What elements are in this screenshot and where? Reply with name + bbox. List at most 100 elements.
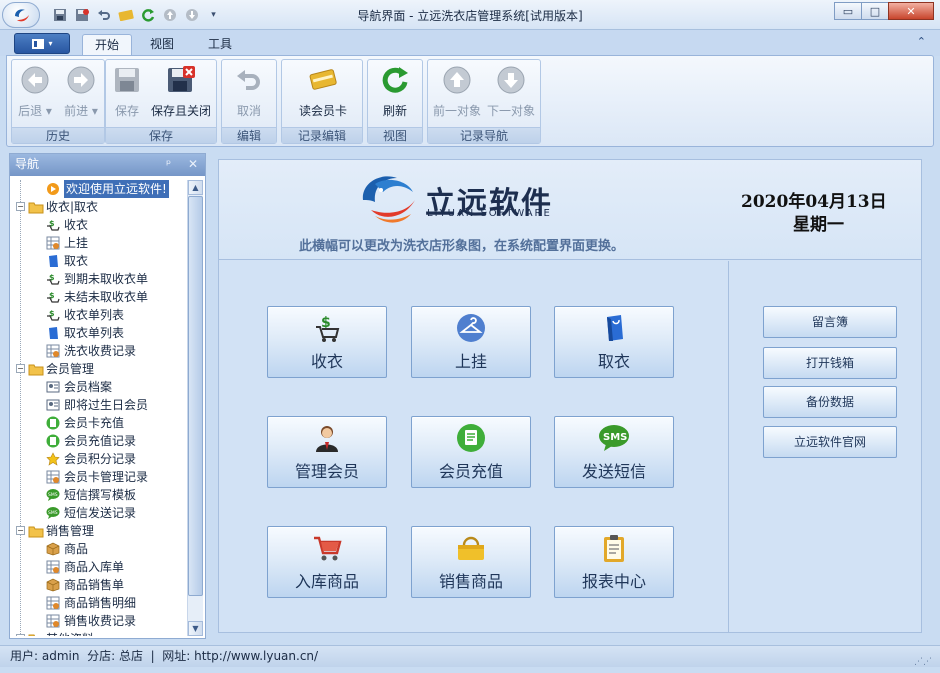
tree-item-label: 即将过生日会员 (64, 398, 149, 412)
back-button[interactable]: 后退 ▾ (16, 64, 54, 122)
grid-icon (46, 560, 60, 574)
open-cash-drawer-button[interactable]: 打开钱箱 (763, 347, 897, 379)
tree-item[interactable]: $ 到期未取收衣单 (14, 270, 187, 288)
ribbon-group-history: 后退 ▾ 前进 ▾ 历史 (11, 59, 105, 144)
tree-item[interactable]: $ 收衣 (14, 216, 187, 234)
ribbon-group-record-nav: 前一对象 下一对象 记录导航 (427, 59, 541, 144)
tile-receive-clothes[interactable]: $ 收衣 (267, 306, 387, 378)
tree-item[interactable]: SMS 短信发送记录 (14, 504, 187, 522)
maximize-button[interactable]: □ (861, 2, 889, 20)
save-button[interactable]: 保存 (112, 64, 142, 122)
tree-item-label: 取衣 (64, 254, 89, 268)
grid-icon (46, 614, 60, 628)
tree-item-label: 会员管理 (46, 362, 95, 376)
minimize-button[interactable]: ▭ (834, 2, 862, 20)
tree-item[interactable]: 取衣 (14, 252, 187, 270)
pin-icon[interactable]: ᵖ (166, 154, 171, 175)
folder-icon (28, 200, 44, 214)
tile-stock-in[interactable]: 入库商品 (267, 526, 387, 598)
ribbon-group-label: 保存 (106, 127, 216, 143)
tree-item[interactable]: 即将过生日会员 (14, 396, 187, 414)
status-text: 用户: admin 分店: 总店 | 网址: http://www.lyuan.… (10, 649, 319, 663)
folder-icon (28, 632, 42, 636)
official-website-button[interactable]: 立远软件官网 (763, 426, 897, 458)
card-icon (307, 64, 339, 96)
tree-item[interactable]: 商品 (14, 540, 187, 558)
close-button[interactable]: ✕ (888, 2, 934, 20)
cart-icon (311, 532, 343, 564)
ribbon-collapse-icon[interactable]: ⌃ (917, 35, 926, 48)
status-bar: 用户: admin 分店: 总店 | 网址: http://www.lyuan.… (0, 645, 940, 667)
tree-folder-item[interactable]: − 销售管理 (14, 522, 187, 540)
ribbon-group-label: 视图 (368, 127, 422, 143)
forward-button[interactable]: 前进 ▾ (62, 64, 100, 122)
tree-folder-item[interactable]: − 其他资料 (14, 630, 187, 636)
tree-item-label: 商品入库单 (64, 560, 125, 574)
tile-report-center[interactable]: 报表中心 (554, 526, 674, 598)
refresh-button[interactable]: 刷新 (378, 64, 412, 122)
nav-tree: 欢迎使用立远软件! − 收衣|取衣 $ 收衣 上挂 取衣 $ 到期未取收衣单 $ 未结未取收衣单 $ 收… (14, 180, 187, 636)
tree-item[interactable]: 会员积分记录 (14, 450, 187, 468)
back-label: 后退 ▾ (18, 104, 52, 118)
resize-grip-icon[interactable]: ⋰⋰ (914, 652, 932, 673)
tree-item[interactable]: 取衣单列表 (14, 324, 187, 342)
tree-item[interactable]: 会员卡管理记录 (14, 468, 187, 486)
tile-pick-up[interactable]: 取衣 (554, 306, 674, 378)
tab-tools[interactable]: 工具 (196, 34, 244, 56)
close-icon: ✕ (906, 4, 916, 18)
tree-expander-icon[interactable]: − (16, 202, 25, 211)
cancel-button[interactable]: 取消 (232, 64, 266, 122)
save-close-button[interactable]: 保存且关闭 (150, 64, 212, 122)
tree-expander-icon[interactable]: − (16, 364, 25, 373)
next-record-button[interactable]: 下一对象 (486, 64, 536, 122)
money-cart-icon: $ (46, 308, 60, 322)
tree-item[interactable]: 会员卡充值 (14, 414, 187, 432)
tree-item-label: 短信撰写模板 (64, 488, 137, 502)
tile-send-sms[interactable]: SMS 发送短信 (554, 416, 674, 488)
tree-item[interactable]: $ 未结未取收衣单 (14, 288, 187, 306)
prev-record-button[interactable]: 前一对象 (432, 64, 482, 122)
tree-item-label: 洗衣收费记录 (64, 344, 137, 358)
tile-hang-up[interactable]: 上挂 (411, 306, 531, 378)
guestbook-button[interactable]: 留言簿 (763, 306, 897, 338)
tree-item[interactable]: SMS 短信撰写模板 (14, 486, 187, 504)
tree-item[interactable]: 商品入库单 (14, 558, 187, 576)
tile-sell-goods[interactable]: 销售商品 (411, 526, 531, 598)
arrow-left-icon (19, 64, 51, 96)
clipboard-icon (598, 532, 630, 564)
backup-data-button[interactable]: 备份数据 (763, 386, 897, 418)
tree-item-label: 到期未取收衣单 (64, 272, 149, 286)
tree-item[interactable]: 会员充值记录 (14, 432, 187, 450)
nav-scrollbar[interactable]: ▲ ▼ (187, 180, 203, 636)
ribbon-group-label: 记录导航 (428, 127, 540, 143)
tree-expander-icon[interactable]: − (16, 526, 25, 535)
green-doc-icon (46, 434, 60, 448)
tree-item-label: 商品 (64, 542, 89, 556)
tree-folder-item[interactable]: − 会员管理 (14, 360, 187, 378)
tree-folder-item[interactable]: − 收衣|取衣 (14, 198, 187, 216)
tree-item[interactable]: 会员档案 (14, 378, 187, 396)
title-bar: ▾ 导航界面 - 立远洗衣店管理系统[试用版本] ▭ □ ✕ (0, 0, 940, 30)
tree-item[interactable]: 洗衣收费记录 (14, 342, 187, 360)
logo-subtitle: LIYUAN SOFTWARE (427, 208, 552, 219)
ribbon-group-record-edit: 读会员卡 记录编辑 (281, 59, 363, 144)
tree-item[interactable]: $ 收衣单列表 (14, 306, 187, 324)
read-card-button[interactable]: 读会员卡 (296, 64, 350, 122)
nav-close-icon[interactable]: ✕ (188, 154, 198, 175)
svg-text:SMS: SMS (603, 432, 627, 443)
tab-start[interactable]: 开始 (82, 34, 133, 56)
tree-item[interactable]: 欢迎使用立远软件! (14, 180, 187, 198)
tile-manage-members[interactable]: 管理会员 (267, 416, 387, 488)
scroll-down-icon[interactable]: ▼ (188, 621, 203, 636)
app-menu-button[interactable]: ▾ (14, 33, 70, 54)
tree-item[interactable]: 商品销售明细 (14, 594, 187, 612)
tree-item[interactable]: 商品销售单 (14, 576, 187, 594)
tile-member-recharge[interactable]: 会员充值 (411, 416, 531, 488)
tab-view[interactable]: 视图 (138, 34, 186, 56)
tree-item[interactable]: 上挂 (14, 234, 187, 252)
tree-item-label: 会员档案 (64, 380, 113, 394)
tree-expander-icon[interactable]: − (16, 634, 25, 636)
scroll-up-icon[interactable]: ▲ (188, 180, 203, 195)
scroll-thumb[interactable] (188, 196, 203, 596)
tree-item[interactable]: 销售收费记录 (14, 612, 187, 630)
